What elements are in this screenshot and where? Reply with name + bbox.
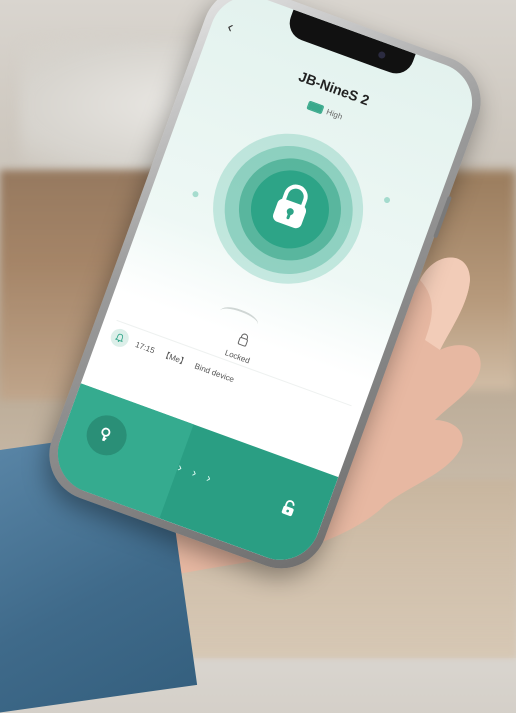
battery-icon bbox=[306, 100, 325, 115]
log-user-tag: 【Me】 bbox=[160, 349, 190, 367]
back-chevron-icon[interactable]: ‹ bbox=[224, 19, 247, 42]
unlock-icon[interactable] bbox=[273, 493, 304, 524]
bell-icon bbox=[108, 326, 132, 350]
slide-chevrons: › › › bbox=[175, 460, 217, 487]
decor-dot bbox=[383, 196, 391, 204]
battery-level-label: High bbox=[325, 107, 344, 122]
log-time: 17:15 bbox=[134, 339, 157, 355]
battery-status: High bbox=[306, 100, 344, 122]
lock-visual[interactable] bbox=[159, 94, 418, 335]
front-camera bbox=[377, 50, 387, 60]
small-lock-icon bbox=[237, 333, 249, 347]
decor-dot bbox=[191, 190, 200, 199]
log-action: Bind device bbox=[193, 361, 236, 384]
